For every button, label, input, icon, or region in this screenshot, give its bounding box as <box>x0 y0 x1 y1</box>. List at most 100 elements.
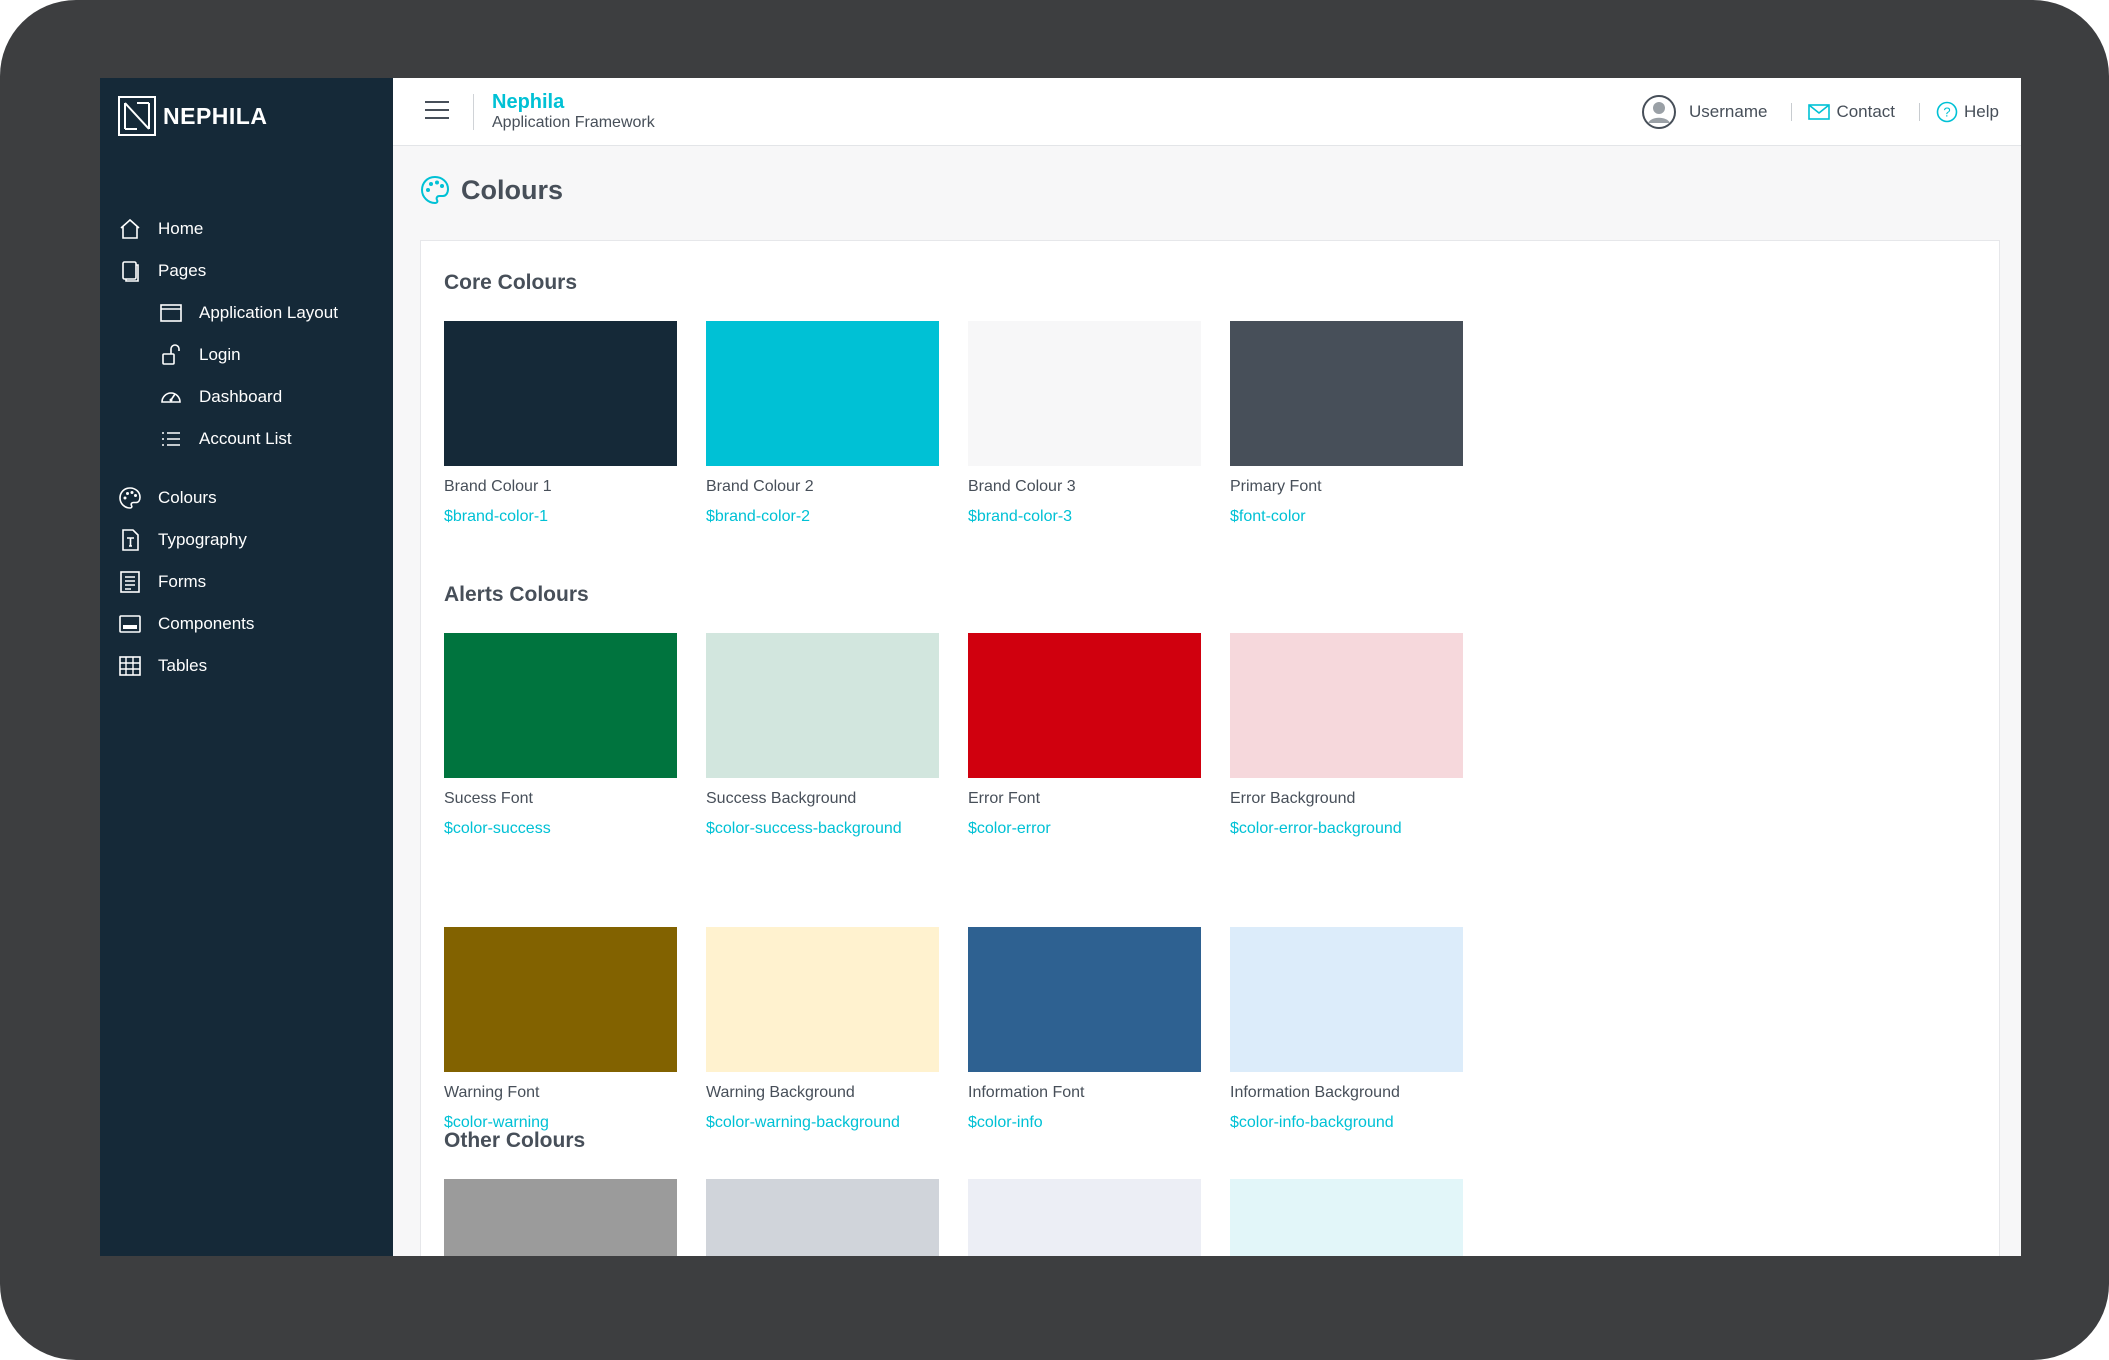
colour-swatch: Brand Colour 3 $brand-color-3 <box>968 321 1201 528</box>
colour-swatch: Information Font $color-info <box>968 927 1201 1134</box>
palette-icon <box>420 175 450 205</box>
sidebar-item-tables[interactable]: Tables <box>100 645 393 687</box>
sidebar-item-colours[interactable]: Colours <box>100 477 393 519</box>
swatch-variable: $color-info <box>968 1114 1043 1131</box>
swatch-colour-box <box>968 1179 1201 1256</box>
colour-swatch: Warning Font $color-warning <box>444 927 677 1134</box>
header-actions: Username Contact ? Help <box>1641 94 1999 130</box>
swatch-colour-box <box>968 633 1201 778</box>
swatch-name: Information Background <box>1230 1084 1400 1101</box>
swatch-colour-box <box>1230 927 1463 1072</box>
colour-swatch: Success Background $color-success-backgro… <box>706 633 939 840</box>
swatch-colour-box <box>706 633 939 778</box>
sidebar-item-dashboard[interactable]: Dashboard <box>100 376 393 418</box>
sidebar-item-pages[interactable]: Pages <box>100 250 393 292</box>
swatch-variable: $brand-color-1 <box>444 508 549 525</box>
form-icon <box>118 570 142 594</box>
svg-text:?: ? <box>1943 105 1950 120</box>
typography-icon <box>118 528 142 552</box>
swatch-variable: $brand-color-3 <box>968 508 1073 525</box>
swatch-variable: $font-color <box>1230 508 1306 525</box>
contact-label: Contact <box>1836 102 1896 121</box>
sidebar-item-label: Pages <box>158 261 207 280</box>
swatch-grid-core: Brand Colour 1 $brand-color-1 Brand Colour… <box>444 321 1463 528</box>
swatch-colour-box <box>1230 321 1463 466</box>
sidebar-item-components[interactable]: Components <box>100 603 393 645</box>
swatch-variable: $color-info-background <box>1230 1114 1394 1131</box>
swatch-colour-box <box>706 927 939 1072</box>
header-separator <box>1919 103 1921 121</box>
swatch-name: Brand Colour 3 <box>968 478 1076 495</box>
help-icon: ? <box>1936 101 1958 123</box>
section-title-alerts: Alerts Colours <box>444 583 589 606</box>
swatch-colour-box <box>444 321 677 466</box>
layout-icon <box>159 301 183 325</box>
top-header: Nephila Application Framework Username C… <box>393 78 2021 146</box>
swatch-name: Success Background <box>706 790 857 807</box>
header-divider <box>473 94 474 130</box>
table-icon <box>118 654 142 678</box>
swatch-variable: $color-success <box>444 820 551 837</box>
sidebar-item-label: Login <box>199 345 241 364</box>
header-separator <box>1791 103 1793 121</box>
colour-swatch: Warning Background $color-warning-backgro… <box>706 927 939 1134</box>
swatch-name: Warning Background <box>706 1084 855 1101</box>
sidebar-nav: Home Pages Application Layout Login Dashboar… <box>100 208 393 687</box>
gauge-icon <box>159 385 183 409</box>
hamburger-menu-icon[interactable] <box>425 100 449 120</box>
swatch-colour-box <box>706 321 939 466</box>
swatch-name: Brand Colour 2 <box>706 478 814 495</box>
section-title-other: Other Colours <box>444 1129 586 1152</box>
username-label: Username <box>1689 102 1768 121</box>
pages-icon <box>118 259 142 283</box>
sidebar-item-label: Colours <box>158 488 217 507</box>
sidebar-item-application-layout[interactable]: Application Layout <box>100 292 393 334</box>
mail-icon <box>1808 104 1831 120</box>
sidebar-item-login[interactable]: Login <box>100 334 393 376</box>
page-title-text: Colours <box>461 174 564 205</box>
sidebar-item-label: Application Layout <box>199 303 338 322</box>
colour-swatch <box>444 1179 677 1256</box>
help-link[interactable]: ? Help <box>1936 101 1999 123</box>
sidebar-item-typography[interactable]: Typography <box>100 519 393 561</box>
list-icon <box>159 427 183 451</box>
sidebar: NEPHILA Home Pages Application Layout Login… <box>100 78 393 1256</box>
swatch-variable: $brand-color-2 <box>706 508 811 525</box>
unlock-icon <box>159 343 183 367</box>
swatch-name: Error Background <box>1230 790 1356 807</box>
swatch-grid-other <box>444 1179 1463 1256</box>
app-screen: NEPHILA Home Pages Application Layout Login… <box>100 78 2021 1256</box>
palette-icon <box>118 486 142 510</box>
swatch-colour-box <box>444 1179 677 1256</box>
sidebar-item-forms[interactable]: Forms <box>100 561 393 603</box>
colour-swatch: Error Background $color-error-background <box>1230 633 1463 840</box>
swatch-name: Information Font <box>968 1084 1085 1101</box>
user-menu[interactable]: Username <box>1641 94 1767 130</box>
swatch-colour-box <box>444 633 677 778</box>
sidebar-item-label: Home <box>158 219 204 238</box>
sidebar-item-account-list[interactable]: Account List <box>100 418 393 460</box>
sidebar-item-label: Components <box>158 614 255 633</box>
logo[interactable]: NEPHILA <box>117 95 267 137</box>
swatch-colour-box <box>1230 633 1463 778</box>
sidebar-item-label: Dashboard <box>199 387 283 406</box>
help-label: Help <box>1964 102 1999 121</box>
colour-swatch: Brand Colour 2 $brand-color-2 <box>706 321 939 528</box>
swatch-colour-box <box>968 927 1201 1072</box>
user-avatar-icon <box>1642 95 1677 129</box>
swatch-variable: $color-warning-background <box>706 1114 900 1131</box>
colour-swatch <box>968 1179 1201 1256</box>
colour-swatch <box>1230 1179 1463 1256</box>
colour-swatch: Error Font $color-error <box>968 633 1201 840</box>
swatch-name: Warning Font <box>444 1084 540 1101</box>
colour-swatch: Information Background $color-info-backgr… <box>1230 927 1463 1134</box>
brand-subtitle: Application Framework <box>492 114 655 131</box>
sidebar-item-label: Tables <box>158 656 208 675</box>
swatch-name: Sucess Font <box>444 790 533 807</box>
brand-title[interactable]: Nephila <box>492 91 564 114</box>
contact-link[interactable]: Contact <box>1808 101 1895 123</box>
swatch-name: Brand Colour 1 <box>444 478 552 495</box>
sidebar-item-home[interactable]: Home <box>100 208 393 250</box>
logo-text: NEPHILA <box>163 102 268 129</box>
